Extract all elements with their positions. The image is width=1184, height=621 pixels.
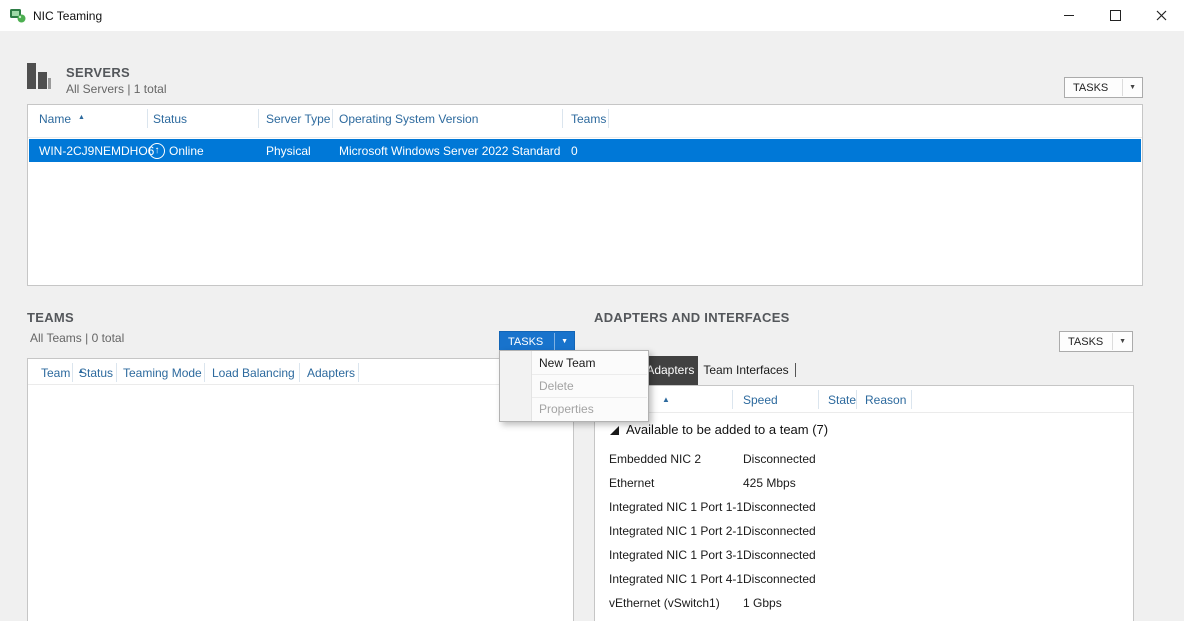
menu-item-properties: Properties	[501, 398, 647, 420]
minimize-icon	[1064, 15, 1074, 16]
server-os-version: Microsoft Windows Server 2022 Standard	[339, 144, 560, 158]
adapter-speed: Disconnected	[743, 519, 816, 543]
server-status: Online	[169, 144, 204, 158]
servers-section-subtitle: All Servers | 1 total	[66, 82, 167, 96]
tasks-context-menu: New Team Delete Properties	[499, 350, 649, 422]
maximize-button[interactable]	[1092, 0, 1138, 31]
column-separator	[608, 109, 609, 128]
tab-team-interfaces[interactable]: Team Interfaces	[700, 356, 792, 385]
nic-teaming-app-icon	[9, 7, 26, 24]
tasks-label: TASKS	[500, 336, 554, 348]
column-header-os-version[interactable]: Operating System Version	[339, 112, 478, 126]
adapter-row[interactable]: Integrated NIC 1 Port 2-1 Disconnected	[596, 519, 1132, 543]
column-header-server-type[interactable]: Server Type	[266, 112, 330, 126]
sort-ascending-icon: ▲	[662, 395, 670, 404]
tasks-label: TASKS	[1065, 82, 1122, 94]
adapters-tasks-button[interactable]: TASKS ▼	[1059, 331, 1133, 352]
column-header-reason[interactable]: Reason	[865, 393, 906, 407]
column-separator	[732, 390, 733, 409]
column-separator	[856, 390, 857, 409]
server-type: Physical	[266, 144, 311, 158]
expand-collapse-icon	[610, 426, 619, 435]
adapter-row[interactable]: Integrated NIC 1 Port 4-1 Disconnected	[596, 567, 1132, 591]
adapter-row[interactable]: Integrated NIC 1 Port 3-1 Disconnected	[596, 543, 1132, 567]
chevron-down-icon: ▼	[1123, 84, 1142, 91]
menu-item-delete: Delete	[501, 375, 647, 397]
server-name: WIN-2CJ9NEMDHO6	[39, 144, 154, 158]
chevron-down-icon: ▼	[1113, 338, 1132, 345]
adapter-name: Integrated NIC 1 Port 1-1	[609, 495, 743, 519]
teams-section-subtitle: All Teams | 0 total	[30, 331, 124, 345]
status-online-icon: ↑	[149, 143, 165, 159]
column-header-teams[interactable]: Teams	[571, 112, 606, 126]
adapter-speed: 425 Mbps	[743, 471, 796, 495]
column-separator	[204, 363, 205, 382]
column-separator	[818, 390, 819, 409]
column-separator	[358, 363, 359, 382]
sort-ascending-icon: ▲	[78, 114, 85, 121]
adapter-row[interactable]: Embedded NIC 2 Disconnected	[596, 447, 1132, 471]
adapter-speed: Disconnected	[743, 543, 816, 567]
adapter-row[interactable]: vEthernet (vSwitch1) 1 Gbps	[596, 591, 1132, 615]
column-header-status[interactable]: Status	[79, 366, 113, 380]
column-separator	[147, 109, 148, 128]
teams-tasks-button-active[interactable]: TASKS ▼	[499, 331, 575, 352]
adapter-row[interactable]: Ethernet 425 Mbps	[596, 471, 1132, 495]
tasks-label: TASKS	[1060, 336, 1112, 348]
adapter-name: Ethernet	[609, 471, 654, 495]
teams-table: Team▲ Status Teaming Mode Load Balancing…	[27, 358, 574, 621]
column-separator	[116, 363, 117, 382]
minimize-button[interactable]	[1046, 0, 1092, 31]
column-separator	[72, 363, 73, 382]
column-header-state[interactable]: State	[828, 393, 856, 407]
adapter-name: Embedded NIC 2	[609, 447, 701, 471]
adapter-name: Integrated NIC 1 Port 3-1	[609, 543, 743, 567]
adapter-name: vEthernet (vSwitch1)	[609, 591, 720, 615]
maximize-icon	[1110, 10, 1121, 21]
column-separator	[911, 390, 912, 409]
column-header-teaming-mode[interactable]: Teaming Mode	[123, 366, 202, 380]
adapter-group-label: Available to be added to a team (7)	[626, 422, 828, 437]
column-header-speed[interactable]: Speed	[743, 393, 778, 407]
close-icon	[1156, 10, 1167, 21]
column-header-adapters[interactable]: Adapters	[307, 366, 355, 380]
adapters-table: ▲ Speed State Reason Available to be add…	[594, 385, 1134, 621]
column-separator	[562, 109, 563, 128]
header-underline	[28, 384, 573, 385]
server-teams-count: 0	[571, 144, 578, 158]
column-header-team-label: Team	[41, 366, 70, 380]
close-button[interactable]	[1138, 0, 1184, 31]
column-header-name-label: Name	[39, 112, 71, 126]
titlebar: NIC Teaming	[0, 0, 1184, 31]
servers-section-title: SERVERS	[66, 65, 130, 80]
column-header-load-balancing[interactable]: Load Balancing	[212, 366, 295, 380]
adapter-speed: Disconnected	[743, 495, 816, 519]
servers-tasks-button[interactable]: TASKS ▼	[1064, 77, 1143, 98]
column-header-team[interactable]: Team▲	[41, 366, 84, 380]
column-header-name[interactable]: Name ▲	[39, 112, 85, 126]
teams-section-title: TEAMS	[27, 310, 74, 325]
column-header-status[interactable]: Status	[153, 112, 187, 126]
adapter-speed: 1 Gbps	[743, 591, 782, 615]
chevron-down-icon: ▼	[555, 338, 574, 345]
adapter-speed: Disconnected	[743, 447, 816, 471]
window-title: NIC Teaming	[33, 9, 102, 23]
menu-item-new-team[interactable]: New Team	[501, 352, 647, 374]
nic-teaming-window: NIC Teaming SERVERS All Servers | 1 tota…	[0, 0, 1184, 621]
adapter-name: Integrated NIC 1 Port 4-1	[609, 567, 743, 591]
adapter-speed: Disconnected	[743, 567, 816, 591]
column-separator	[258, 109, 259, 128]
server-row-selected[interactable]: WIN-2CJ9NEMDHO6 ↑ Online Physical Micros…	[29, 139, 1141, 162]
servers-icon	[27, 63, 51, 94]
adapter-group-row[interactable]: Available to be added to a team (7)	[596, 413, 1132, 446]
adapter-row[interactable]: Integrated NIC 1 Port 1-1 Disconnected	[596, 495, 1132, 519]
adapter-name: Integrated NIC 1 Port 2-1	[609, 519, 743, 543]
adapters-section-title: ADAPTERS AND INTERFACES	[594, 310, 790, 325]
header-underline	[28, 137, 1142, 138]
servers-table: Name ▲ Status Server Type Operating Syste…	[27, 104, 1143, 286]
column-separator	[332, 109, 333, 128]
column-separator	[299, 363, 300, 382]
tab-separator	[795, 363, 796, 377]
